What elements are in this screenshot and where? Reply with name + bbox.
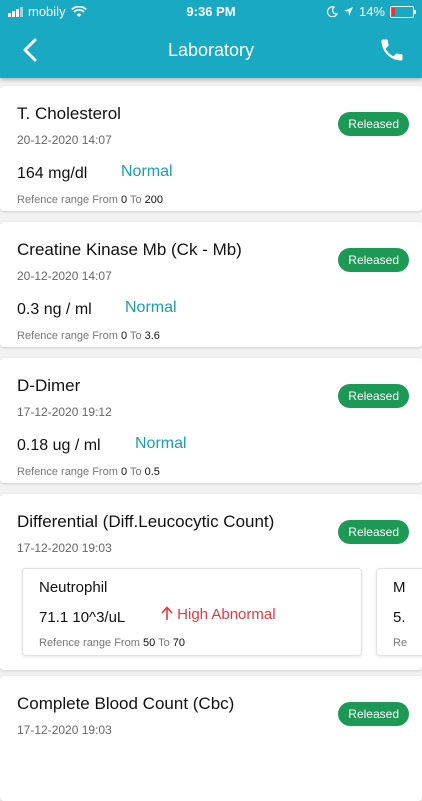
test-name: Differential (Diff.Leucocytic Count): [17, 512, 275, 531]
range-to-label: To: [129, 194, 142, 206]
range-to: 0.5: [144, 466, 160, 478]
reference-range: Refence range From 0 To 3.6: [17, 330, 160, 342]
component-value: 71.1 10^3/uL: [39, 609, 126, 626]
lab-test-card[interactable]: T. Cholesterol 20-12-2020 14:07 Released…: [0, 86, 422, 211]
arrow-up-icon: [161, 606, 173, 620]
test-date: 17-12-2020 19:03: [17, 541, 112, 555]
lab-panel-card[interactable]: Differential (Diff.Leucocytic Count) 17-…: [0, 494, 422, 670]
component-name: Neutrophil: [39, 579, 108, 596]
test-date: 20-12-2020 14:07: [17, 133, 112, 147]
status-bar: mobily 9:36 PM 14%: [0, 0, 422, 24]
range-to: 200: [144, 194, 163, 206]
battery-icon: [390, 5, 416, 18]
call-button[interactable]: [378, 36, 406, 64]
result-status: Normal: [135, 435, 187, 452]
range-to-label: To: [129, 466, 142, 478]
range-prefix: Refence range From: [17, 194, 118, 206]
reference-range: Refence range From 50 To 70: [39, 637, 185, 649]
range-prefix: Refence range From: [17, 466, 118, 478]
app-header: mobily 9:36 PM 14% Laboratory: [0, 0, 422, 78]
status-badge[interactable]: Released: [338, 702, 409, 726]
lab-test-card[interactable]: Creatine Kinase Mb (Ck - Mb) 20-12-2020 …: [0, 222, 422, 347]
component-card-partial[interactable]: M 5. Re: [376, 568, 422, 656]
test-date: 17-12-2020 19:12: [17, 405, 112, 419]
reference-range: Refence range From 0 To 200: [17, 194, 163, 206]
test-name: Complete Blood Count (Cbc): [17, 694, 235, 713]
range-prefix: Refence range From: [39, 637, 140, 649]
result-value: 0.18 ug / ml: [17, 437, 101, 454]
range-from: 0: [120, 194, 128, 206]
result-value: 0.3 ng / ml: [17, 301, 92, 318]
abnormal-flag: High Abnormal: [161, 606, 276, 623]
test-name: T. Cholesterol: [17, 104, 121, 123]
component-result: High Abnormal: [177, 606, 276, 623]
test-date: 20-12-2020 14:07: [17, 269, 112, 283]
status-badge[interactable]: Released: [338, 248, 409, 272]
range-from: 50: [142, 637, 156, 649]
range-to-label: To: [158, 637, 170, 649]
moon-icon: [326, 6, 338, 17]
range-from: 0: [120, 466, 128, 478]
test-date: 17-12-2020 19:03: [17, 723, 112, 737]
status-badge[interactable]: Released: [338, 384, 409, 408]
range-to: 3.6: [144, 330, 160, 342]
component-value: 5.: [393, 609, 406, 626]
status-badge[interactable]: Released: [338, 112, 409, 136]
component-card-neutrophil[interactable]: Neutrophil 71.1 10^3/uL High Abnormal Re…: [22, 568, 362, 656]
reference-range: Refence range From 0 To 0.5: [17, 466, 160, 478]
page-title: Laboratory: [167, 40, 255, 60]
reference-range: Re: [393, 637, 408, 649]
battery-percent: 14%: [358, 4, 385, 19]
result-status: Normal: [125, 299, 177, 316]
navbar: Laboratory: [0, 30, 422, 70]
lab-test-card[interactable]: D-Dimer 17-12-2020 19:12 Released 0.18 u…: [0, 358, 422, 483]
result-value: 164 mg/dl: [17, 165, 88, 182]
status-badge[interactable]: Released: [338, 520, 409, 544]
test-name: Creatine Kinase Mb (Ck - Mb): [17, 240, 242, 259]
result-status: Normal: [121, 163, 173, 180]
range-from: 0: [120, 330, 128, 342]
location-icon: [343, 7, 353, 16]
range-to: 70: [172, 637, 185, 649]
range-prefix: Refence range From: [17, 330, 118, 342]
test-name: D-Dimer: [17, 376, 81, 395]
component-name: M: [393, 579, 406, 596]
range-to-label: To: [129, 330, 142, 342]
lab-test-card[interactable]: Complete Blood Count (Cbc) 17-12-2020 19…: [0, 676, 422, 801]
